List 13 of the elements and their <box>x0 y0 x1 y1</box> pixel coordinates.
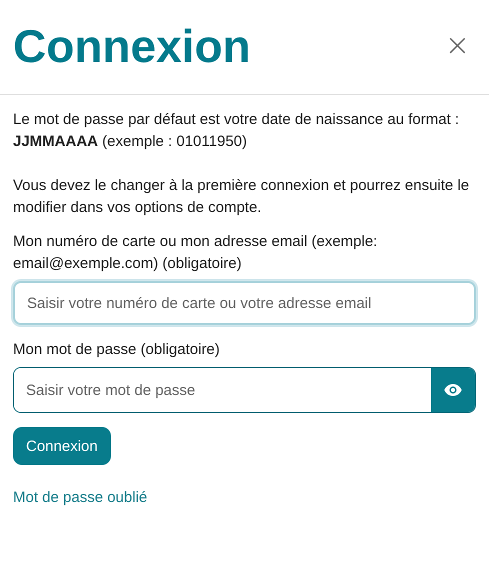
show-password-button[interactable] <box>431 368 475 412</box>
intro-text: Le mot de passe par défaut est votre date de naissance au format : <box>13 110 460 130</box>
notice-text: Vous devez le changer à la première connexion et pourrez ensuite le modifier dans vos options de compte. <box>13 176 470 218</box>
dialog-title: Connexion <box>13 19 251 74</box>
password-field[interactable]: Saisir votre mot de passe <box>13 367 476 413</box>
email-field[interactable]: Saisir votre numéro de carte ou votre adresse email <box>13 281 476 325</box>
login-button[interactable]: Connexion <box>13 427 111 465</box>
intro-text: JJMMAAAA (exemple : 01011950) <box>13 132 247 152</box>
close-button[interactable]: × <box>438 31 476 61</box>
eye-icon <box>444 384 462 396</box>
field-label: Mon numéro de carte ou mon adresse email (exemple: email@exemple.com) (obligatoire) <box>13 232 378 274</box>
field-label: Mon mot de passe (obligatoire) <box>13 340 221 360</box>
forgot-password-link[interactable]: Mot de passe oublié <box>13 487 148 509</box>
